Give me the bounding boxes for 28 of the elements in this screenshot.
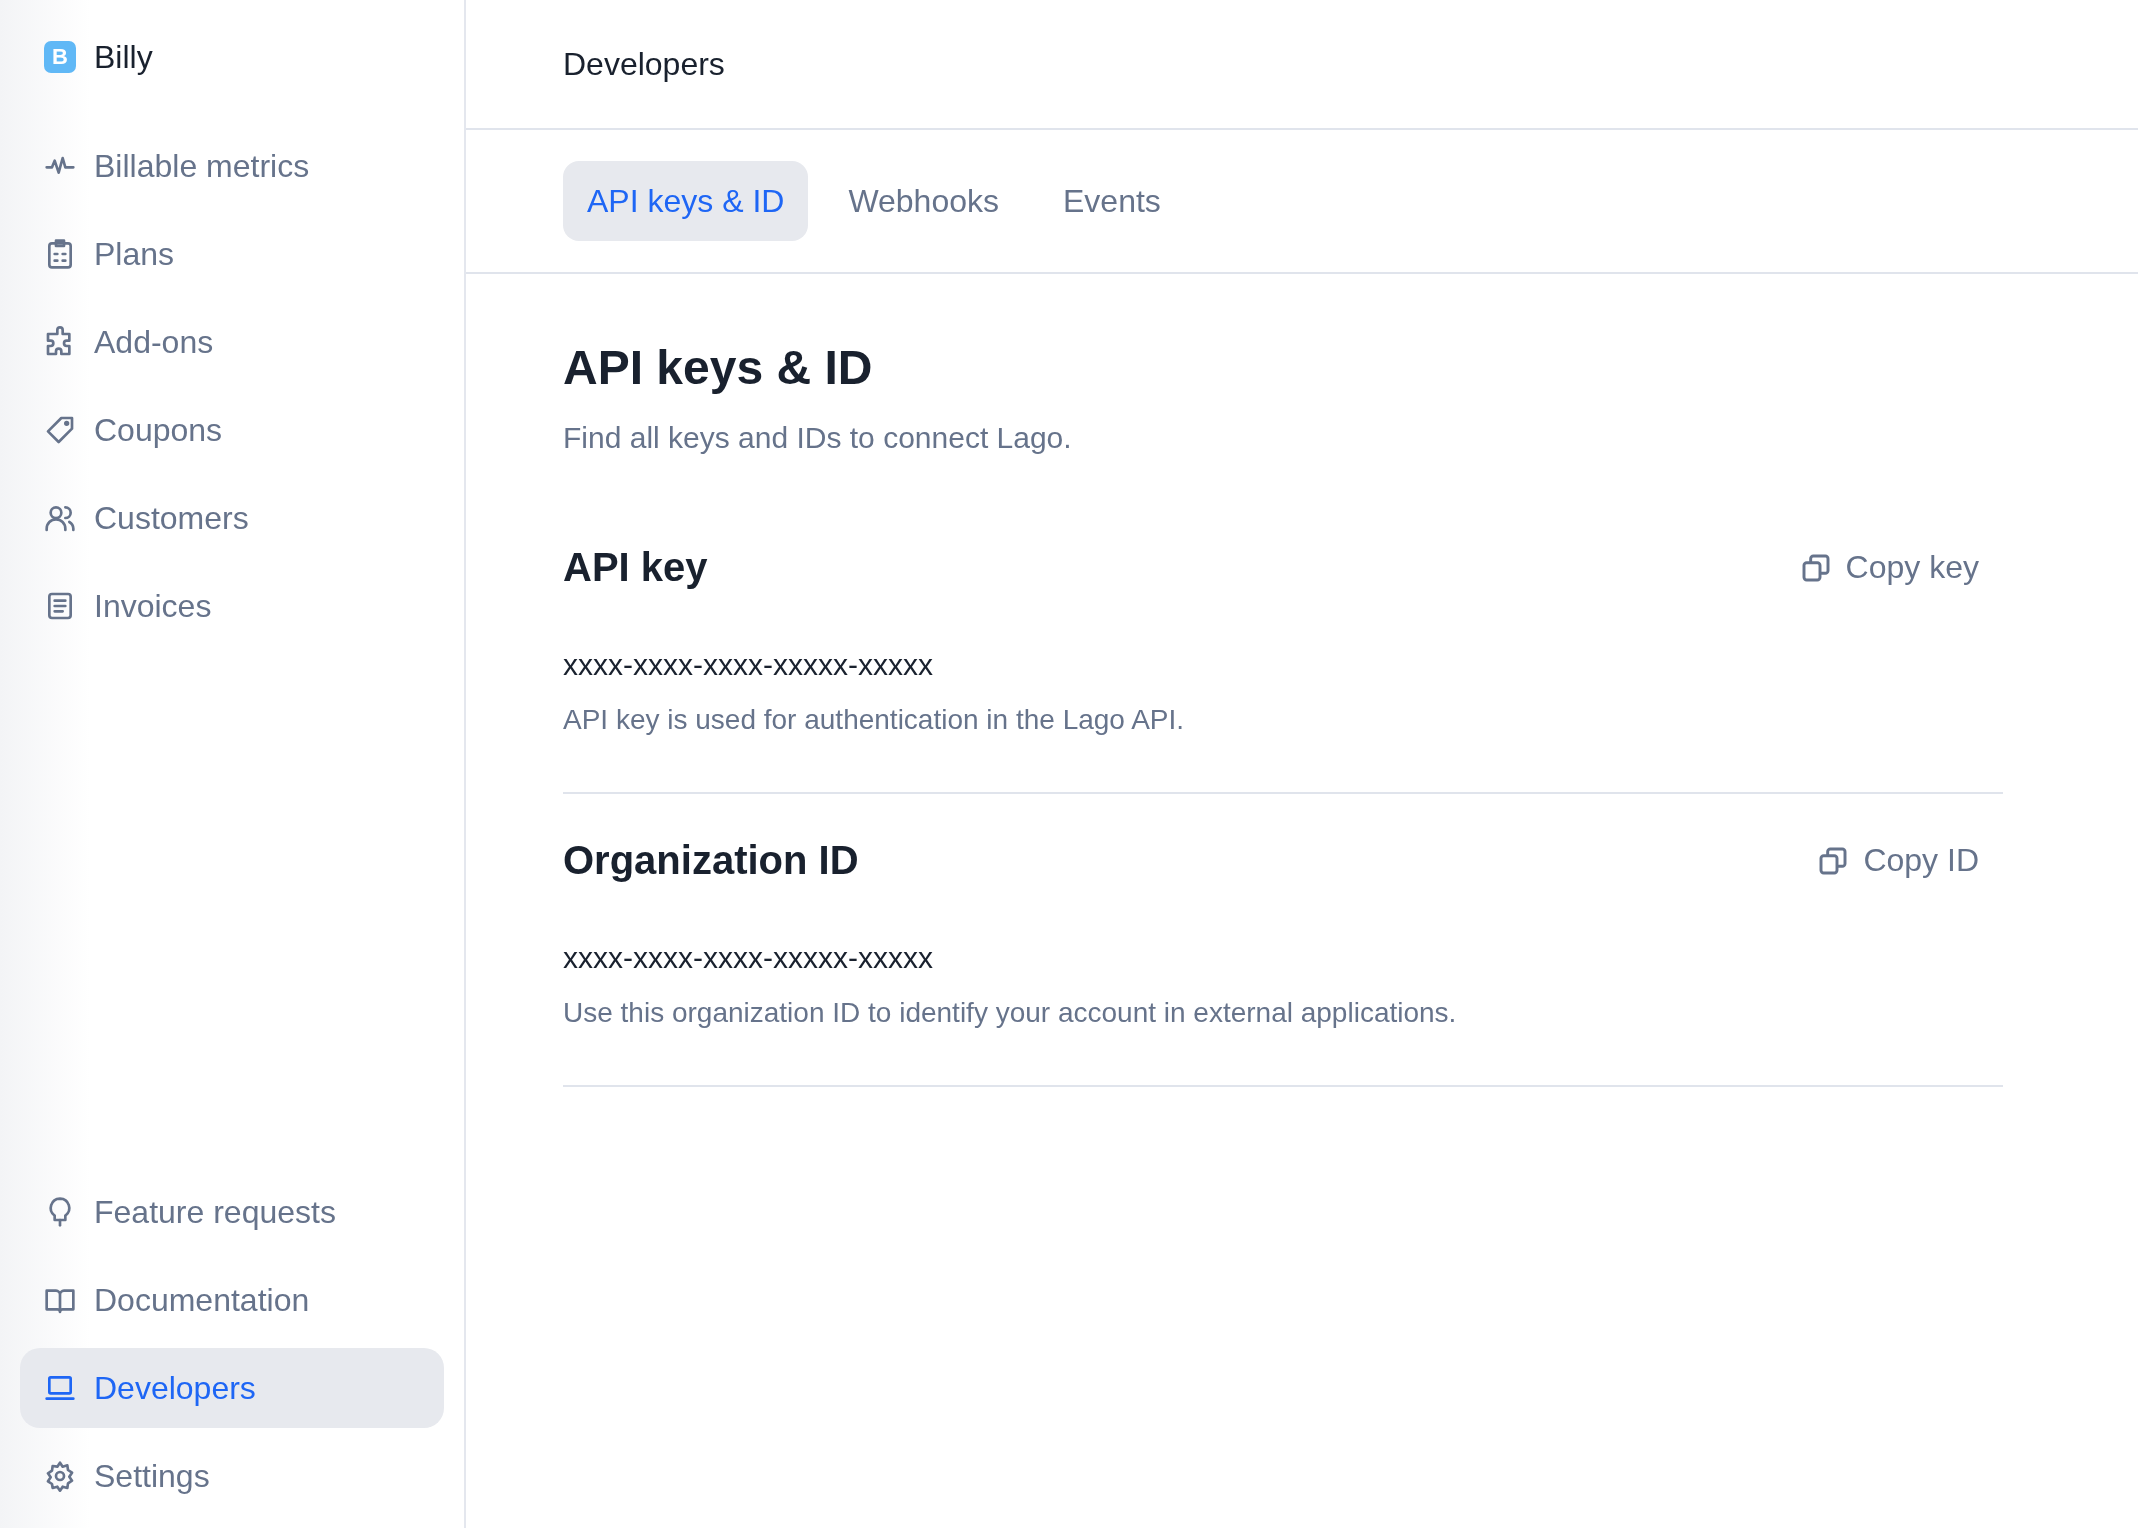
copy-button[interactable]: Copy ID xyxy=(1793,832,2003,889)
sidebar-item[interactable]: Invoices xyxy=(20,566,444,646)
copy-button[interactable]: Copy key xyxy=(1775,539,2003,596)
sidebar-item[interactable]: Documentation xyxy=(20,1260,444,1340)
section-title: API key xyxy=(563,545,708,590)
tag-icon xyxy=(44,414,76,446)
tab[interactable]: Events xyxy=(1039,161,1185,241)
organization-name: Billy xyxy=(94,38,153,76)
key-value: xxxx-xxxx-xxxx-xxxxx-xxxxx xyxy=(563,648,934,682)
section-description: Use this organization ID to identify your account in external applications. xyxy=(563,997,1458,1029)
key-value: xxxx-xxxx-xxxx-xxxxx-xxxxx xyxy=(563,941,934,975)
page-subtitle: Find all keys and IDs to connect Lago. xyxy=(563,421,1073,455)
page-header-title: Developers xyxy=(563,45,725,83)
tab[interactable]: API keys & ID xyxy=(563,161,809,241)
sidebar-item[interactable]: Plans xyxy=(20,214,444,294)
sidebar-item[interactable]: Billable metrics xyxy=(20,126,444,206)
section-title: Organization ID xyxy=(563,838,859,883)
tab[interactable]: Webhooks xyxy=(824,161,1023,241)
sidebar-item[interactable]: Feature requests xyxy=(20,1172,444,1252)
page-title: API keys & ID xyxy=(563,340,874,395)
sidebar-item[interactable]: Developers xyxy=(20,1348,444,1428)
sidebar-item[interactable]: Customers xyxy=(20,478,444,558)
sidebar-item[interactable]: Add-ons xyxy=(20,302,444,382)
organization-logo: B xyxy=(44,41,76,73)
settings-icon xyxy=(44,1460,76,1492)
sidebar-item[interactable]: Coupons xyxy=(20,390,444,470)
sidebar-item[interactable]: Settings xyxy=(20,1436,444,1516)
section-description: API key is used for authentication in the Lago API. xyxy=(563,704,1186,736)
